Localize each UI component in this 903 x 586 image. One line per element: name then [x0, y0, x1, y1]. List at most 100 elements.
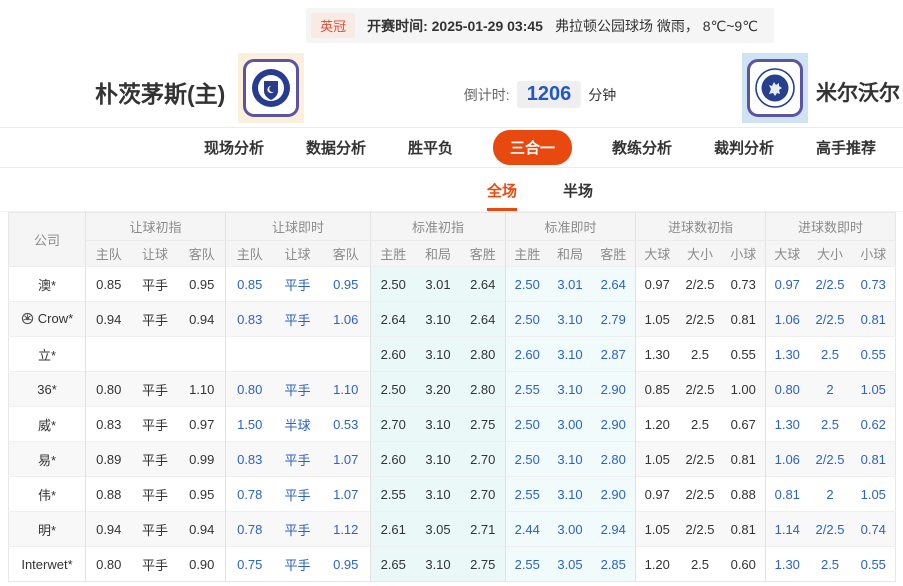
group-standard-initial: 标准初指	[370, 212, 506, 241]
odds-cell: 3.10	[415, 546, 461, 582]
odds-cell: 0.97	[635, 266, 679, 302]
odds-cell: 3.10	[415, 301, 461, 337]
company-cell[interactable]: 易*	[8, 441, 86, 477]
odds-cell: 0.62	[851, 406, 896, 442]
col-header: 客胜	[591, 240, 636, 267]
odds-cell: 0.95	[178, 266, 226, 302]
odds-cell: 0.74	[851, 511, 896, 547]
col-header: 客胜	[460, 240, 506, 267]
tab-data-analysis[interactable]: 数据分析	[304, 131, 368, 164]
odds-cell: 平手	[131, 546, 179, 582]
company-cell[interactable]: 伟*	[8, 476, 86, 512]
odds-cell: 2.64	[370, 301, 416, 337]
company-cell[interactable]: Crow*	[8, 301, 86, 337]
odds-cell: 2.60	[370, 441, 416, 477]
tab-referee-analysis[interactable]: 裁判分析	[712, 131, 776, 164]
odds-cell: 2/2.5	[808, 441, 852, 477]
odds-cell: 0.94	[85, 301, 132, 337]
odds-cell: 0.81	[851, 301, 896, 337]
match-info-bar: 英冠 开赛时间: 2025-01-29 03:45 弗拉顿公园球场 微雨， 8℃…	[306, 8, 774, 43]
odds-cell	[321, 336, 371, 372]
odds-cell: 2.50	[370, 371, 416, 407]
odds-cell: 2.80	[591, 441, 636, 477]
col-header: 小球	[721, 240, 766, 267]
company-cell[interactable]: 36*	[8, 371, 86, 407]
odds-cell: 3.10	[548, 371, 592, 407]
odds-cell: 0.80	[765, 371, 809, 407]
odds-cell: 2.55	[370, 476, 416, 512]
tab-coach-analysis[interactable]: 教练分析	[610, 131, 674, 164]
odds-cell: 3.10	[548, 441, 592, 477]
odds-cell: 1.30	[765, 336, 809, 372]
company-cell[interactable]: 立*	[8, 336, 86, 372]
odds-cell: 2.65	[370, 546, 416, 582]
col-header: 主队	[85, 240, 132, 267]
tab-expert-picks[interactable]: 高手推荐	[814, 131, 878, 164]
odds-cell: 2.80	[460, 336, 506, 372]
odds-cell: 2.5	[678, 406, 722, 442]
table-row: 明* 0.94 平手 0.94 0.78 平手 1.12 2.61 3.05 2.71 2.44 3.…	[8, 511, 896, 547]
odds-cell: 0.78	[225, 476, 274, 512]
company-name: 36*	[37, 381, 57, 397]
odds-cell: 2/2.5	[678, 301, 722, 337]
odds-cell: 0.88	[721, 476, 766, 512]
league-badge[interactable]: 英冠	[311, 13, 356, 38]
group-handicap-live: 让球即时	[225, 212, 371, 241]
odds-cell: 2.5	[808, 406, 852, 442]
odds-cell: 1.05	[851, 371, 896, 407]
col-header: 大小	[678, 240, 722, 267]
odds-cell: 2/2.5	[808, 266, 852, 302]
countdown-value: 1206	[516, 81, 582, 108]
odds-cell: 2	[808, 476, 852, 512]
odds-cell: 平手	[273, 441, 322, 477]
col-header: 主胜	[370, 240, 416, 267]
odds-cell: 0.85	[85, 266, 132, 302]
odds-cell: 0.55	[851, 546, 896, 582]
odds-cell: 0.83	[85, 406, 132, 442]
odds-cell: 1.30	[635, 336, 679, 372]
company-cell[interactable]: 澳*	[8, 266, 86, 302]
tab-three-in-one[interactable]: 三合一	[492, 130, 572, 165]
odds-cell: 2.90	[591, 406, 636, 442]
odds-cell: 1.05	[851, 476, 896, 512]
odds-cell: 0.97	[178, 406, 226, 442]
odds-cell: 3.05	[415, 511, 461, 547]
countdown-unit: 分钟	[588, 86, 617, 103]
company-cell[interactable]: 威*	[8, 406, 86, 442]
odds-cell: 2.60	[505, 336, 549, 372]
odds-cell: 平手	[273, 301, 322, 337]
odds-cell: 2.50	[505, 301, 549, 337]
subtab-full-match[interactable]: 全场	[486, 180, 517, 211]
odds-cell: 1.50	[225, 406, 274, 442]
odds-cell: 2.70	[460, 441, 506, 477]
subtab-half-match[interactable]: 半场	[563, 180, 593, 211]
info-bar-wrap: 英冠 开赛时间: 2025-01-29 03:45 弗拉顿公园球场 微雨， 8℃…	[0, 8, 903, 43]
home-crest-frame	[243, 59, 299, 117]
odds-cell: 2/2.5	[808, 301, 852, 337]
col-header: 客队	[321, 240, 371, 267]
company-name: Crow*	[37, 310, 74, 326]
col-header: 主队	[225, 240, 274, 267]
kickoff-label: 开赛时间:	[367, 17, 428, 34]
odds-table: 公司 让球初指 让球即时 标准初指 标准即时 进球数初指 进球数即时 主队 让球…	[8, 212, 897, 582]
away-team-crest-icon	[742, 53, 808, 123]
odds-cell: 0.99	[178, 441, 226, 477]
company-cell[interactable]: Interwet*	[8, 546, 86, 582]
col-header: 让球	[131, 240, 179, 267]
table-row: 威* 0.83 平手 0.97 1.50 半球 0.53 2.70 3.10 2.75 2.50 3.…	[8, 406, 896, 442]
odds-cell: 0.78	[225, 511, 274, 547]
company-name: 威*	[37, 417, 57, 433]
odds-cell: 平手	[131, 406, 179, 442]
odds-cell: 2.5	[808, 336, 852, 372]
group-goals-initial: 进球数初指	[634, 212, 766, 241]
tab-win-draw-lose[interactable]: 胜平负	[406, 131, 455, 164]
odds-cell: 1.05	[635, 301, 679, 337]
odds-cell: 平手	[131, 476, 179, 512]
company-cell[interactable]: 明*	[8, 511, 86, 547]
odds-cell: 2.50	[505, 266, 549, 302]
odds-cell: 0.55	[721, 336, 766, 372]
odds-cell: 3.10	[415, 336, 461, 372]
countdown: 倒计时: 1206 分钟	[464, 81, 616, 108]
tab-live-analysis[interactable]: 现场分析	[202, 131, 266, 164]
odds-cell: 0.90	[178, 546, 226, 582]
